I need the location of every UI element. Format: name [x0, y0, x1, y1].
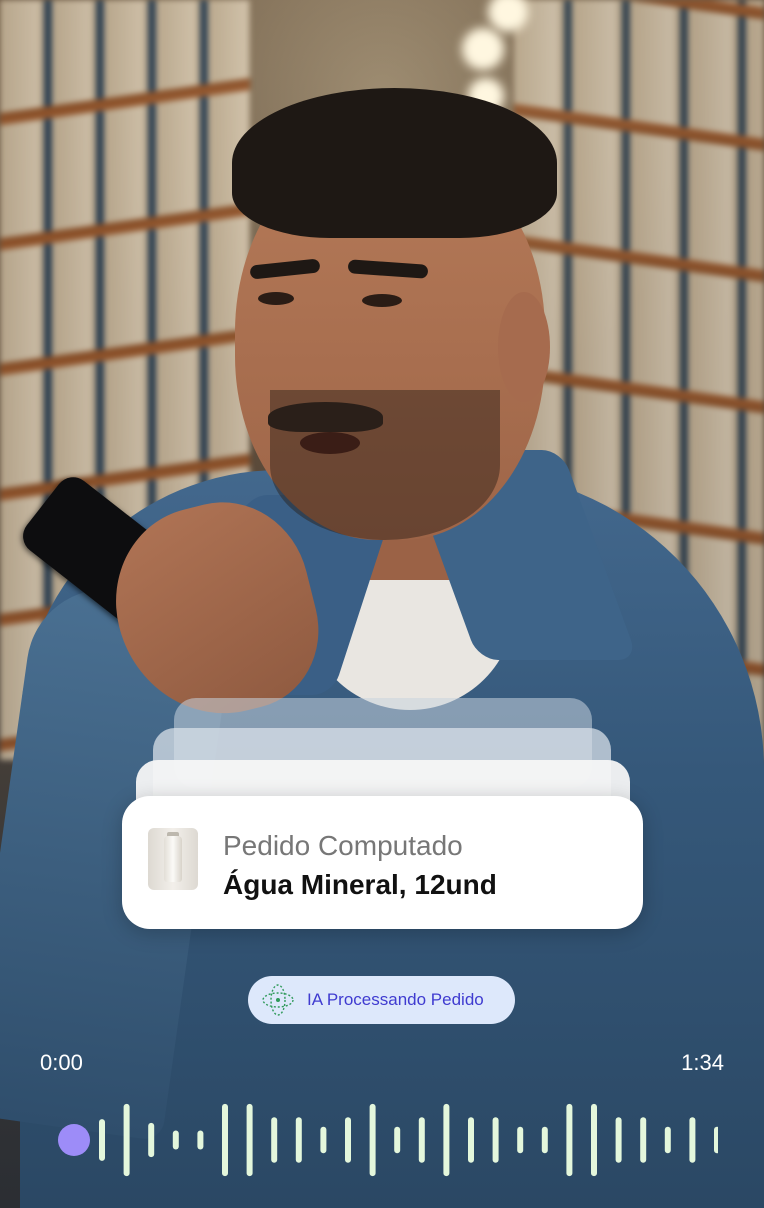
waveform-bar: [197, 1130, 204, 1150]
product-thumbnail: [148, 828, 198, 890]
waveform-bar: [664, 1126, 671, 1154]
waveform-bar: [295, 1117, 302, 1163]
waveform-bar: [640, 1117, 647, 1163]
ceiling-light: [462, 28, 504, 70]
notification-subtitle: Água Mineral, 12und: [223, 869, 497, 900]
waveform-bar: [345, 1117, 351, 1163]
total-time: 1:34: [681, 1050, 724, 1075]
waveform-bar: [369, 1103, 376, 1177]
person-ear: [498, 292, 550, 402]
waveform-bar: [566, 1103, 573, 1177]
eye-right: [362, 294, 402, 307]
person-mouth: [300, 432, 360, 454]
waveform-bar: [246, 1103, 253, 1177]
waveform-bar: [714, 1126, 718, 1154]
playhead-handle[interactable]: [58, 1124, 90, 1156]
waveform-bar: [591, 1103, 597, 1177]
waveform-bar: [123, 1103, 130, 1177]
current-time: 0:00: [40, 1050, 83, 1075]
ai-orbit-icon: [262, 984, 294, 1016]
waveform-bar: [99, 1119, 105, 1161]
person-mustache: [268, 402, 383, 432]
notification-title: Pedido Computado: [223, 830, 463, 861]
waveform-bar: [418, 1117, 425, 1163]
hero-image: Pedido Computado Água Mineral, 12und IA …: [0, 0, 764, 1208]
waveform-bar: [517, 1126, 524, 1154]
waveform-bar: [222, 1103, 228, 1177]
water-bottle-icon: [164, 836, 182, 882]
ai-status-label: IA Processando Pedido: [307, 990, 484, 1009]
ai-status-badge: IA Processando Pedido: [248, 976, 515, 1024]
waveform-bar: [394, 1126, 401, 1154]
waveform-bar: [689, 1117, 696, 1163]
waveform-bar: [615, 1117, 622, 1163]
waveform-bar: [148, 1122, 155, 1158]
waveform-bar: [320, 1126, 327, 1154]
notification-card[interactable]: Pedido Computado Água Mineral, 12und: [122, 796, 643, 929]
eye-left: [258, 292, 294, 305]
person-hair: [232, 88, 557, 238]
waveform-bar: [172, 1130, 179, 1150]
waveform-bar: [271, 1117, 278, 1163]
waveform-bar: [443, 1103, 450, 1177]
waveform-bar: [541, 1126, 548, 1154]
audio-waveform[interactable]: [58, 1100, 718, 1180]
waveform-bar: [492, 1117, 499, 1163]
waveform-bar: [468, 1117, 474, 1163]
